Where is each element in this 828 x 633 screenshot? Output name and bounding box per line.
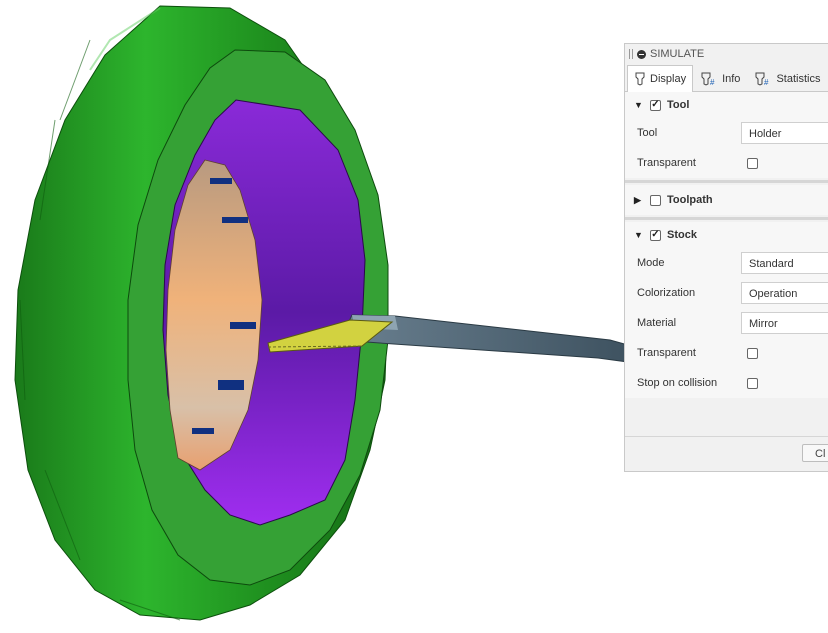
stock-section-header[interactable]: ▼ Stock — [625, 222, 828, 248]
simulate-panel: SIMULATE Display # Info # Statistics ▼ ✓… — [624, 43, 828, 472]
mode-label: Mode — [637, 257, 665, 269]
stop-on-collision-label: Stop on collision — [637, 377, 718, 389]
toolpath-section-header[interactable]: ▶ Toolpath — [625, 185, 828, 215]
tool-transparent-checkbox[interactable] — [747, 157, 758, 169]
stop-on-collision-row: Stop on collision — [625, 368, 828, 398]
panel-title: SIMULATE — [650, 48, 705, 60]
svg-text:#: # — [710, 78, 715, 86]
tool-dropdown[interactable]: Holder — [741, 122, 828, 144]
mode-row: Mode Standard — [625, 248, 828, 278]
panel-titlebar[interactable]: SIMULATE — [625, 44, 828, 64]
svg-text:#: # — [764, 78, 769, 86]
material-row: Material Mirror — [625, 308, 828, 338]
display-tool-icon — [635, 72, 645, 86]
tool-section: ▼ Tool Tool Holder Transparent — [625, 92, 828, 178]
collapsed-caret-icon[interactable]: ▶ — [634, 195, 644, 206]
tool-row: Tool Holder — [625, 118, 828, 148]
info-tool-icon: # — [701, 72, 715, 86]
stock-section: ▼ Stock Mode Standard Colorization Opera… — [625, 222, 828, 398]
tab-display[interactable]: Display — [627, 65, 694, 92]
section-title: Stock — [667, 229, 697, 241]
toolpath-visible-checkbox[interactable] — [650, 194, 661, 206]
colorization-label: Colorization — [637, 287, 696, 299]
panel-tabs: Display # Info # Statistics — [625, 64, 828, 92]
expanded-caret-icon[interactable]: ▼ — [634, 230, 644, 240]
toolpath-section: ▶ Toolpath — [625, 185, 828, 215]
tab-info[interactable]: # Info — [693, 66, 747, 91]
material-label: Material — [637, 317, 677, 329]
expanded-caret-icon[interactable]: ▼ — [634, 100, 644, 110]
material-dropdown[interactable]: Mirror — [741, 312, 828, 334]
tool-transparent-row: Transparent — [625, 148, 828, 178]
stock-transparent-row: Transparent — [625, 338, 828, 368]
statistics-tool-icon: # — [755, 72, 769, 86]
tab-label: Display — [650, 73, 687, 85]
section-divider — [625, 180, 828, 183]
section-title: Toolpath — [667, 194, 713, 206]
tab-statistics[interactable]: # Statistics — [747, 66, 827, 91]
stock-bore — [162, 99, 366, 526]
colorization-row: Colorization Operation — [625, 278, 828, 308]
tool-section-header[interactable]: ▼ Tool — [625, 92, 828, 118]
drag-handle-icon[interactable] — [629, 49, 633, 59]
stock-transparent-checkbox[interactable] — [747, 347, 758, 359]
colorization-dropdown[interactable]: Operation — [741, 282, 828, 304]
tab-label: Statistics — [776, 73, 821, 85]
mode-dropdown[interactable]: Standard — [741, 252, 828, 274]
section-divider — [625, 217, 828, 220]
transparent-label: Transparent — [637, 157, 696, 169]
transparent-label: Transparent — [637, 347, 696, 359]
collapse-panel-icon[interactable] — [637, 49, 646, 59]
panel-footer: Cl — [625, 436, 828, 471]
section-title: Tool — [667, 99, 690, 111]
stop-on-collision-checkbox[interactable] — [747, 377, 758, 389]
close-button[interactable]: Cl — [802, 444, 828, 462]
tool-label: Tool — [637, 127, 658, 139]
tab-label: Info — [722, 73, 741, 85]
stock-visible-checkbox[interactable] — [650, 229, 661, 241]
tool-visible-checkbox[interactable] — [650, 99, 661, 111]
